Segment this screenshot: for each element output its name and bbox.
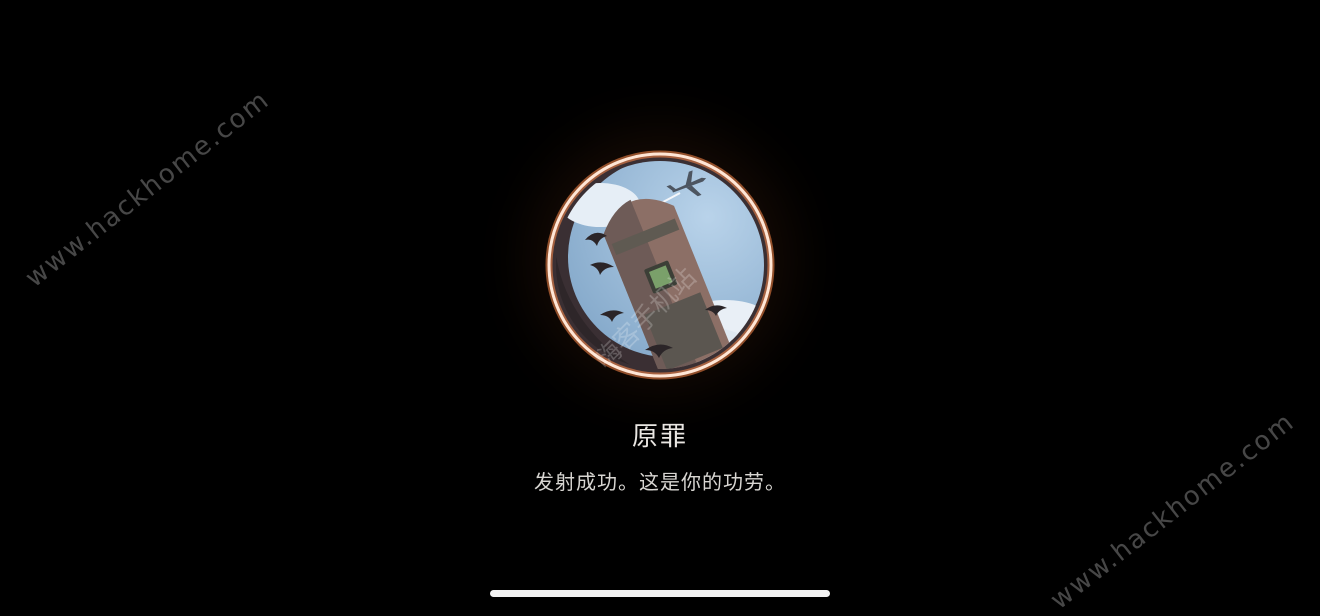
achievement-badge: [545, 150, 775, 380]
achievement-description: 发射成功。这是你的功劳。: [534, 470, 786, 494]
achievement-screen: 原罪 发射成功。这是你的功劳。 www.hackhome.com www.hac…: [0, 0, 1320, 616]
achievement-title: 原罪: [631, 422, 688, 452]
watermark-top-left: www.hackhome.com: [20, 84, 276, 294]
home-indicator[interactable]: [490, 590, 830, 597]
